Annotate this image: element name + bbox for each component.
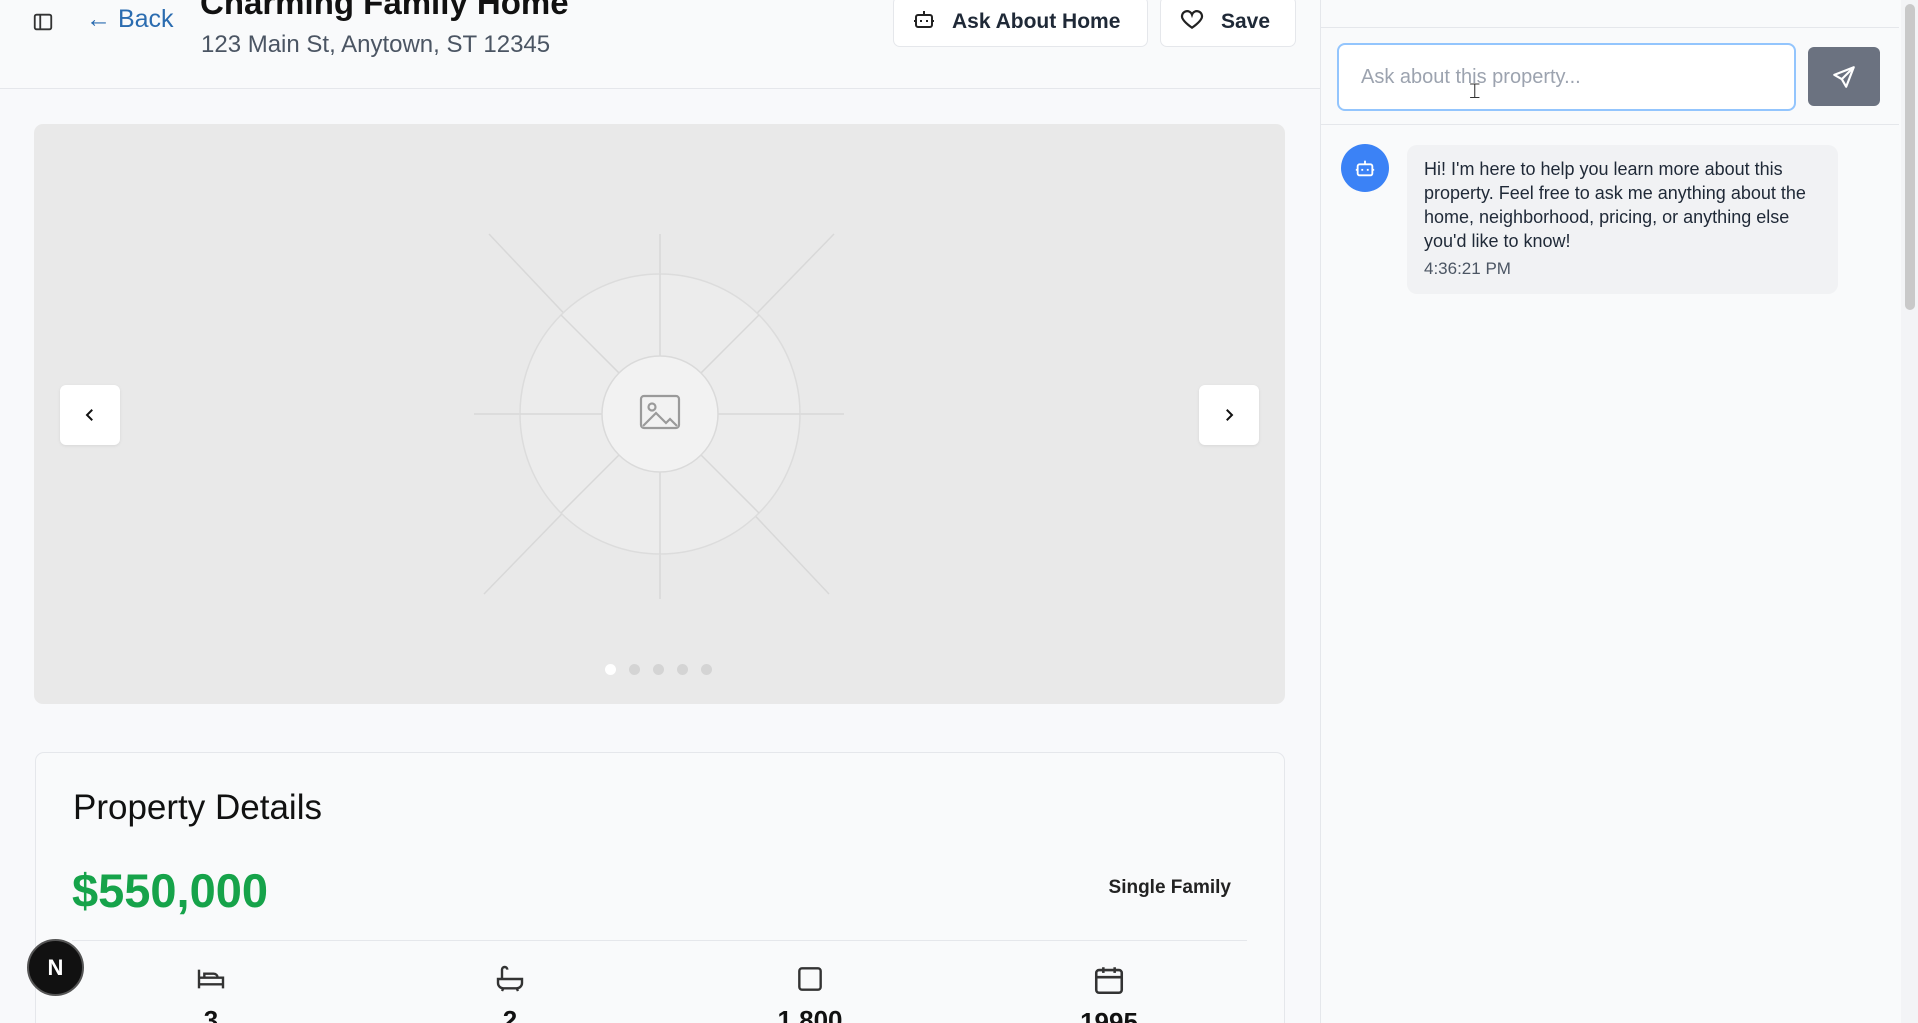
- divider: [1321, 124, 1899, 125]
- chat-input[interactable]: [1339, 45, 1794, 109]
- heart-icon: [1179, 6, 1205, 38]
- stat-bathrooms: 2: [450, 963, 570, 1023]
- bot-icon: [912, 7, 936, 37]
- save-label: Save: [1221, 9, 1271, 33]
- main-content: ← Back Charming Family Home 123 Main St,…: [0, 0, 1320, 1023]
- carousel-dots: [605, 664, 712, 675]
- bot-avatar: [1341, 144, 1389, 192]
- ask-about-home-button[interactable]: Ask About Home: [893, 0, 1148, 47]
- sidebar-toggle-icon[interactable]: [30, 9, 56, 35]
- property-address: 123 Main St, Anytown, ST 12345: [201, 31, 551, 58]
- chevron-right-icon: [1226, 409, 1234, 421]
- framework-badge[interactable]: N: [27, 939, 84, 996]
- chat-message-text: Hi! I'm here to help you learn more abou…: [1424, 159, 1806, 251]
- scrollbar[interactable]: [1901, 0, 1918, 1023]
- stat-value: 2: [502, 1005, 518, 1023]
- page-header: ← Back Charming Family Home 123 Main St,…: [0, 0, 1320, 89]
- text-cursor-icon: 𝙸: [1467, 78, 1483, 103]
- price: $550,000: [72, 864, 269, 917]
- stat-value: 1,800: [777, 1005, 843, 1023]
- divider: [1321, 27, 1899, 28]
- chat-input-wrapper: [1337, 43, 1796, 111]
- bot-icon: [1355, 160, 1375, 177]
- chat-message-bubble: Hi! I'm here to help you learn more abou…: [1407, 145, 1838, 294]
- send-button[interactable]: [1808, 47, 1880, 106]
- carousel-dot[interactable]: [701, 664, 712, 675]
- chat-message-time: 4:36:21 PM: [1424, 259, 1511, 278]
- stat-value: 1995: [1080, 1007, 1138, 1023]
- chat-panel: Hi! I'm here to help you learn more abou…: [1320, 0, 1918, 1023]
- image-carousel: [34, 124, 1285, 704]
- stat-value: 3: [203, 1005, 219, 1023]
- bed-icon: [197, 969, 225, 989]
- send-icon: [1833, 65, 1855, 88]
- scrollbar-thumb[interactable]: [1905, 4, 1915, 310]
- square-icon: [798, 967, 822, 991]
- carousel-prev-button[interactable]: [60, 385, 120, 445]
- carousel-dot[interactable]: [605, 664, 616, 675]
- ask-about-home-label: Ask About Home: [952, 9, 1121, 33]
- carousel-dot[interactable]: [629, 664, 640, 675]
- back-link[interactable]: ← Back: [86, 5, 174, 34]
- carousel-dot[interactable]: [653, 664, 664, 675]
- divider: [72, 940, 1247, 941]
- property-details-card: Property Details $550,000 Single Family …: [35, 752, 1285, 1023]
- stat-bedrooms: 3: [151, 963, 271, 1023]
- property-type: Single Family: [1108, 877, 1231, 898]
- details-title: Property Details: [73, 788, 322, 827]
- carousel-dot[interactable]: [677, 664, 688, 675]
- bath-icon: [496, 965, 524, 992]
- carousel-next-button[interactable]: [1199, 385, 1259, 445]
- stat-year-built: 1995: [1049, 963, 1169, 1023]
- page-title: Charming Family Home: [200, 0, 569, 21]
- image-placeholder: [474, 233, 844, 599]
- chevron-left-icon: [85, 409, 93, 421]
- calendar-icon: [1094, 967, 1124, 995]
- save-button[interactable]: Save: [1160, 0, 1296, 47]
- stat-square-feet: 1,800: [750, 963, 870, 1023]
